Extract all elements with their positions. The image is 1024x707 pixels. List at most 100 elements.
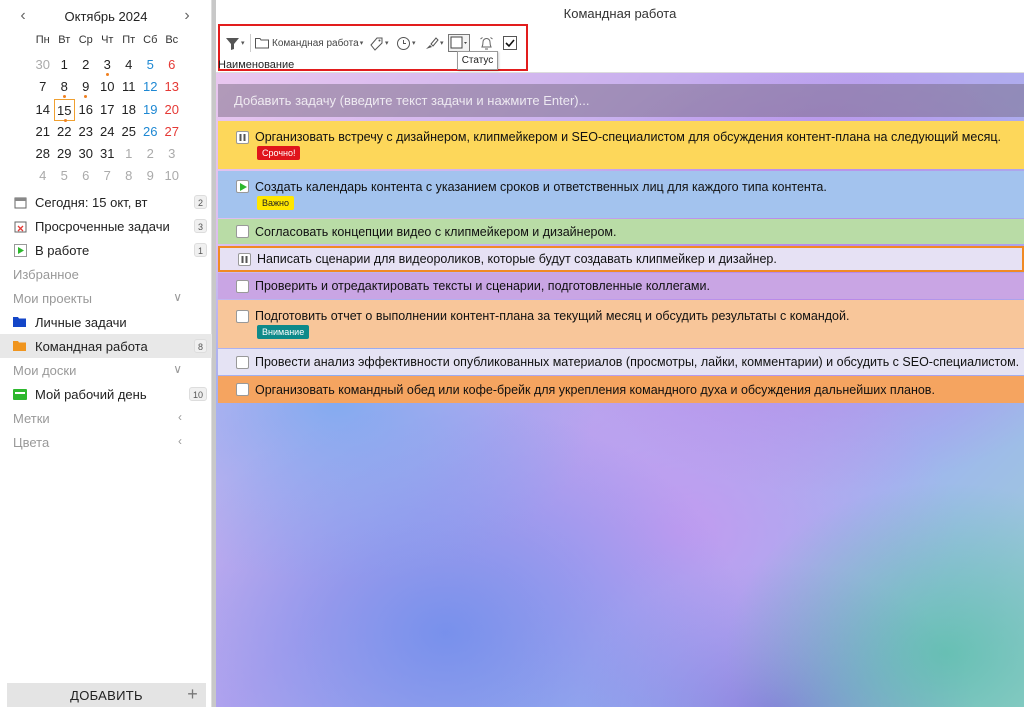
calendar-day[interactable]: 7 — [97, 165, 119, 187]
calendar-day[interactable]: 6 — [161, 54, 183, 76]
show-completed-toggle[interactable] — [503, 34, 517, 52]
calendar-day[interactable]: 10 — [161, 165, 183, 187]
calendar-day[interactable]: 8 — [118, 165, 140, 187]
task-row[interactable]: Организовать командный обед или кофе-бре… — [218, 376, 1024, 403]
project-dropdown[interactable]: Командная работа ▾ — [255, 34, 363, 52]
sidebar-group-colors[interactable]: Цвета ‹ — [0, 430, 212, 454]
calendar-day[interactable]: 20 — [161, 99, 183, 121]
calendar-day[interactable]: 5 — [140, 54, 162, 76]
sidebar-item-in-progress[interactable]: В работе 1 — [0, 238, 212, 262]
pause-icon[interactable] — [238, 252, 251, 266]
task-tag-badge[interactable]: Срочно! — [257, 146, 301, 160]
calendar-day[interactable]: 31 — [97, 143, 119, 165]
calendar-day[interactable]: 8 — [54, 76, 76, 99]
task-checkbox[interactable] — [236, 383, 249, 396]
sidebar-item-today[interactable]: Сегодня: 15 окт, вт 2 — [0, 190, 212, 214]
column-header-name[interactable]: Наименование — [218, 59, 294, 71]
task-tag-badge[interactable]: Внимание — [257, 325, 310, 339]
calendar-day[interactable]: 2 — [75, 54, 97, 76]
sidebar-item-personal[interactable]: Личные задачи — [0, 310, 212, 334]
calendar-day[interactable]: 4 — [32, 165, 54, 187]
task-checkbox[interactable] — [236, 309, 249, 323]
sidebar-item-overdue[interactable]: Просроченные задачи 3 — [0, 214, 212, 238]
task-row[interactable]: Проверить и отредактировать тексты и сце… — [218, 273, 1024, 299]
sidebar-group-my-projects[interactable]: Мои проекты ∨ — [0, 286, 212, 310]
task-row[interactable]: Подготовить отчет о выполнении контент-п… — [218, 300, 1024, 348]
calendar-day[interactable]: 5 — [54, 165, 76, 187]
calendar-day[interactable]: 6 — [75, 165, 97, 187]
plus-icon: + — [187, 684, 198, 704]
sidebar-item-workday[interactable]: Мой рабочий день 10 — [0, 382, 212, 406]
calendar-day[interactable]: 3 — [161, 143, 183, 165]
calendar-day[interactable]: 1 — [118, 143, 140, 165]
sidebar-item-label: Сегодня: 15 окт, вт — [35, 194, 148, 210]
sidebar-group-my-boards[interactable]: Мои доски ∨ — [0, 358, 212, 382]
chevron-left-icon[interactable]: ‹ — [178, 434, 182, 448]
chevron-left-icon[interactable]: ‹ — [178, 410, 182, 424]
add-button[interactable]: ДОБАВИТЬ + — [7, 683, 206, 707]
chevron-down-icon[interactable]: ∨ — [173, 290, 182, 304]
play-icon[interactable] — [236, 180, 249, 193]
task-row[interactable]: Написать сценарии для видеороликов, кото… — [218, 246, 1024, 272]
calendar-day[interactable]: 11 — [118, 76, 140, 98]
calendar-header: Октябрь 2024 ‹ › — [0, 8, 212, 26]
calendar-day[interactable]: 23 — [75, 121, 97, 143]
calendar-day[interactable]: 9 — [75, 76, 97, 99]
calendar-day[interactable]: 19 — [140, 99, 162, 121]
sidebar-group-tags[interactable]: Метки ‹ — [0, 406, 212, 430]
calendar-day[interactable]: 14 — [32, 99, 54, 121]
calendar-day[interactable]: 29 — [54, 143, 76, 165]
task-row[interactable]: Организовать встречу с дизайнером, клипм… — [218, 121, 1024, 169]
time-button[interactable]: ▾ — [396, 34, 416, 52]
task-checkbox[interactable] — [236, 279, 249, 293]
calendar-prev-button[interactable]: ‹ — [14, 8, 32, 26]
calendar-day[interactable]: 26 — [140, 121, 162, 143]
sidebar-group-favorites[interactable]: Избранное — [0, 262, 212, 286]
count-badge: 8 — [193, 339, 207, 353]
calendar-day[interactable]: 17 — [97, 99, 119, 121]
add-task-input[interactable]: Добавить задачу (введите текст задачи и … — [218, 84, 1024, 117]
status-dropdown[interactable] — [448, 34, 470, 52]
main-panel: Командная работа ▾ Командная работа ▾ ▾ ▾ — [216, 0, 1024, 707]
calendar-day[interactable]: 2 — [140, 143, 162, 165]
calendar-day[interactable]: 7 — [32, 76, 54, 98]
weekday-label: Пн — [35, 34, 50, 46]
tags-button[interactable]: ▾ — [369, 34, 389, 52]
filter-button[interactable]: ▾ — [225, 34, 245, 52]
calendar-day[interactable]: 10 — [97, 76, 119, 98]
reminder-button[interactable] — [479, 34, 494, 52]
blue-folder-icon — [13, 315, 27, 329]
calendar-day[interactable]: 28 — [32, 143, 54, 165]
calendar-day[interactable]: 1 — [54, 54, 76, 76]
calendar-day[interactable]: 30 — [75, 143, 97, 165]
orange-folder-icon — [13, 339, 27, 353]
task-title: Создать календарь контента с указанием с… — [255, 179, 827, 194]
calendar-day[interactable]: 25 — [118, 121, 140, 143]
task-tag-badge[interactable]: Важно — [257, 195, 295, 210]
calendar-day[interactable]: 4 — [118, 54, 140, 76]
weekday-label: Чт — [101, 34, 114, 46]
calendar-day[interactable]: 30 — [32, 54, 54, 76]
calendar-day[interactable]: 24 — [97, 121, 119, 143]
calendar-day[interactable]: 27 — [161, 121, 183, 143]
calendar-day[interactable]: 16 — [75, 99, 97, 121]
task-checkbox[interactable] — [236, 225, 249, 238]
checkbox-checked-icon — [503, 36, 517, 50]
calendar-day[interactable]: 21 — [32, 121, 54, 143]
chevron-down-icon[interactable]: ∨ — [173, 362, 182, 376]
calendar-day[interactable]: 15 — [53, 98, 75, 122]
task-checkbox[interactable] — [236, 355, 249, 369]
calendar-day[interactable]: 22 — [54, 121, 76, 143]
calendar-day[interactable]: 3 — [97, 54, 119, 77]
task-row[interactable]: Согласовать концепции видео с клипмейкер… — [218, 219, 1024, 244]
calendar-next-button[interactable]: › — [178, 8, 196, 26]
calendar-day[interactable]: 18 — [118, 99, 140, 121]
calendar-day[interactable]: 12 — [140, 76, 162, 98]
task-row[interactable]: Провести анализ эффективности опубликова… — [218, 349, 1024, 375]
calendar-day[interactable]: 9 — [140, 165, 162, 187]
color-button[interactable]: ▾ — [424, 34, 444, 52]
calendar-day[interactable]: 13 — [161, 76, 183, 98]
pause-icon[interactable] — [236, 130, 249, 144]
sidebar-item-team[interactable]: Командная работа 8 — [0, 334, 212, 358]
task-row[interactable]: Создать календарь контента с указанием с… — [218, 171, 1024, 218]
